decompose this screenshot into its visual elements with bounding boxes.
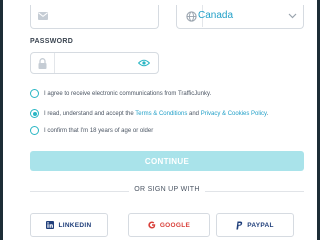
linkedin-button[interactable]: LINKEDIN: [30, 213, 108, 237]
password-label: PASSWORD: [30, 38, 74, 45]
consent-terms-text: I read, understand and accept the Terms …: [44, 111, 268, 117]
consent-communications-row[interactable]: I agree to receive electronic communicat…: [30, 89, 211, 98]
country-select[interactable]: Canada: [176, 5, 304, 29]
linkedin-label: LINKEDIN: [58, 221, 92, 229]
consent-age-text: I confirm that I'm 18 years of age or ol…: [44, 127, 154, 134]
page-edge-left: [0, 0, 3, 240]
eye-icon[interactable]: [138, 58, 150, 68]
consent-age-row[interactable]: I confirm that I'm 18 years of age or ol…: [30, 126, 153, 135]
consent-terms-text-after: .: [266, 110, 269, 117]
google-label: GOOGLE: [159, 221, 191, 229]
envelope-icon: [38, 11, 48, 21]
password-divider: [54, 53, 55, 73]
paypal-icon: [236, 221, 243, 230]
email-field[interactable]: [30, 5, 159, 29]
country-value: Canada: [198, 10, 234, 21]
chevron-down-icon[interactable]: [287, 11, 297, 21]
or-sign-up-divider: OR SIGN UP WITH: [30, 186, 304, 196]
consent-terms-row[interactable]: I read, understand and accept the Terms …: [30, 109, 268, 118]
or-sign-up-text: OR SIGN UP WITH: [129, 186, 205, 193]
consent-terms-text-before: I read, understand and accept the: [44, 110, 136, 117]
consent-terms-radio[interactable]: [30, 109, 39, 118]
lock-icon: [37, 58, 47, 69]
terms-link[interactable]: Terms & Conditions: [135, 111, 187, 117]
or-sign-up-text-wrap: OR SIGN UP WITH: [30, 186, 304, 193]
paypal-button[interactable]: PAYPAL: [216, 213, 294, 237]
consent-terms-text-mid: and: [187, 110, 201, 117]
paypal-label: PAYPAL: [247, 221, 274, 229]
continue-button[interactable]: CONTINUE: [30, 151, 304, 171]
password-field[interactable]: [30, 52, 159, 74]
consent-communications-text: I agree to receive electronic communicat…: [44, 90, 212, 97]
consent-age-radio[interactable]: [30, 126, 39, 135]
google-button[interactable]: GOOGLE: [128, 213, 210, 237]
globe-icon: [185, 10, 197, 22]
consent-communications-radio[interactable]: [30, 89, 39, 98]
google-icon: [148, 221, 156, 229]
linkedin-icon: [46, 221, 55, 229]
privacy-link[interactable]: Privacy & Cookies Policy: [201, 111, 267, 117]
